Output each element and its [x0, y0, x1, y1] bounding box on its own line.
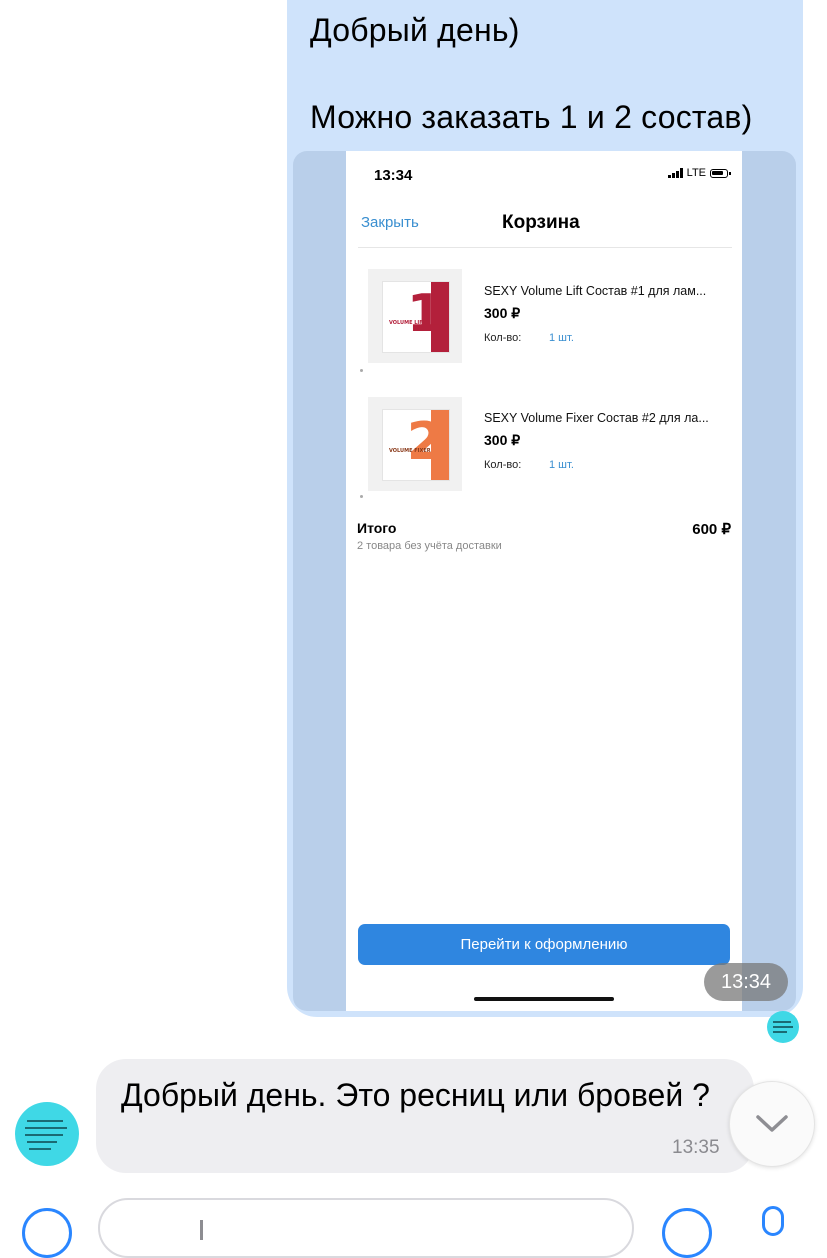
attached-screenshot[interactable]: 13:34 LTE Закрыть Корзина 1 VOLUME LIFT … [293, 151, 796, 1011]
microphone-icon[interactable] [762, 1206, 784, 1236]
chevron-down-icon [756, 1115, 788, 1132]
total-label: Итого [357, 520, 397, 536]
attach-icon[interactable] [22, 1208, 72, 1258]
dot [360, 495, 363, 498]
product-qty-label-1: Кол-во: [484, 332, 522, 344]
sachet-digit: 1 [406, 284, 443, 344]
divider [358, 247, 732, 248]
product-image-2: 2 VOLUME FIXER [368, 397, 462, 491]
outgoing-message-time: 13:34 [704, 963, 788, 1001]
status-time: 13:34 [374, 167, 413, 184]
product-name-2: SEXY Volume Fixer Состав #2 для ла... [484, 411, 709, 425]
outgoing-message-line-1: Добрый день) [310, 12, 520, 48]
product-image-1: 1 VOLUME LIFT [368, 269, 462, 363]
sachet-digit: 2 [406, 412, 443, 472]
product-qty-label-2: Кол-во: [484, 459, 522, 471]
message-input[interactable] [98, 1198, 634, 1258]
product-qty-value-2: 1 шт. [549, 459, 574, 471]
product-sachet-1: 1 VOLUME LIFT [382, 281, 450, 353]
input-cursor [200, 1220, 203, 1240]
product-sachet-2: 2 VOLUME FIXER [382, 409, 450, 481]
outgoing-message-line-2: Можно заказать 1 и 2 состав) [310, 99, 753, 135]
incoming-message-text: Добрый день. Это ресниц или бровей ? [121, 1077, 710, 1113]
product-price-2: 300 ₽ [484, 432, 521, 448]
total-subtext: 2 товара без учёта доставки [357, 540, 502, 552]
sachet-label: VOLUME FIXER [389, 448, 431, 454]
cart-title: Корзина [502, 212, 580, 233]
home-indicator [474, 997, 614, 1001]
sachet-label: VOLUME LIFT [389, 320, 427, 326]
incoming-message-time: 13:35 [672, 1137, 720, 1158]
total-value: 600 ₽ [692, 521, 731, 538]
checkout-button: Перейти к оформлению [358, 924, 730, 965]
close-link: Закрыть [361, 214, 419, 231]
screenshot-phone-screen: 13:34 LTE Закрыть Корзина 1 VOLUME LIFT … [346, 151, 742, 1011]
battery-icon [710, 168, 731, 178]
signal-icon [667, 168, 683, 178]
product-name-1: SEXY Volume Lift Состав #1 для лам... [484, 284, 707, 298]
product-qty-value-1: 1 шт. [549, 332, 574, 344]
network-label: LTE [686, 167, 706, 179]
read-receipt-avatar [767, 1011, 799, 1043]
sender-avatar[interactable] [15, 1102, 79, 1166]
dot [360, 369, 363, 372]
scroll-down-button[interactable] [729, 1081, 815, 1167]
status-icons: LTE [667, 167, 731, 179]
product-price-1: 300 ₽ [484, 305, 521, 321]
emoji-icon[interactable] [662, 1208, 712, 1258]
